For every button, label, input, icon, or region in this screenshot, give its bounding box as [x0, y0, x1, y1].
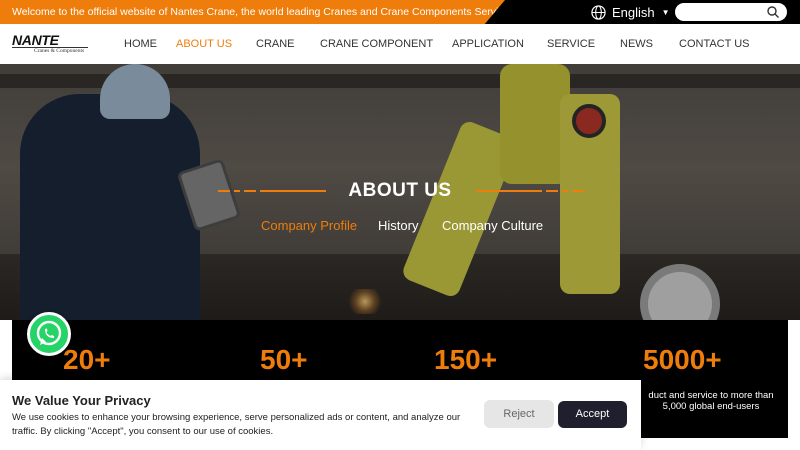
stat-value: 150+	[434, 344, 498, 375]
nav-item-application[interactable]: APPLICATION	[452, 24, 524, 64]
title-deco-right	[476, 190, 584, 192]
nav-item-service[interactable]: SERVICE	[547, 24, 595, 64]
nav-item-home[interactable]: HOME	[124, 24, 157, 64]
logo-main: NANTE	[12, 32, 59, 48]
hero-banner: ABOUT US Company Profile History Company…	[0, 64, 800, 320]
cookie-text: We use cookies to enhance your browsing …	[12, 412, 461, 437]
stat-value: 50+	[260, 344, 308, 375]
logo-sub: Cranes & Components	[34, 48, 85, 54]
stat-description: duct and service to more than 5,000 glob…	[648, 390, 774, 412]
cookie-title: We Value Your Privacy	[12, 393, 151, 408]
logo[interactable]: NANTE Cranes & Components	[12, 32, 92, 58]
accept-button[interactable]: Accept	[558, 401, 627, 428]
top-bar: Welcome to the official website of Nante…	[0, 0, 800, 24]
reject-button[interactable]: Reject	[484, 400, 554, 428]
whatsapp-button[interactable]	[27, 312, 71, 356]
whatsapp-icon	[36, 320, 62, 346]
chevron-down-icon: ▼	[661, 7, 670, 17]
page-title: ABOUT US	[348, 180, 452, 201]
stat-value: 20+	[63, 344, 111, 375]
cookie-banner: We Value Your Privacy We use cookies to …	[0, 380, 641, 450]
nav-item-contact-us[interactable]: CONTACT US	[679, 24, 750, 64]
language-label: English	[612, 4, 655, 20]
nav-item-crane[interactable]: CRANE	[256, 24, 295, 64]
welcome-banner: Welcome to the official website of Nante…	[0, 0, 505, 24]
search-icon[interactable]	[767, 6, 779, 18]
subnav-company-culture[interactable]: Company Culture	[442, 218, 543, 233]
nav-item-crane-component[interactable]: CRANE COMPONENT	[320, 24, 433, 64]
subnav-company-profile[interactable]: Company Profile	[261, 218, 357, 233]
stat-value: 5000+	[643, 344, 722, 375]
search-input[interactable]	[675, 3, 787, 21]
globe-icon	[591, 4, 606, 20]
language-selector[interactable]: English ▼	[591, 3, 670, 21]
nav-item-news[interactable]: NEWS	[620, 24, 653, 64]
main-nav: NANTE Cranes & Components HOME ABOUT US …	[0, 24, 800, 64]
nav-item-about-us[interactable]: ABOUT US	[176, 24, 232, 64]
subnav-history[interactable]: History	[378, 218, 418, 233]
